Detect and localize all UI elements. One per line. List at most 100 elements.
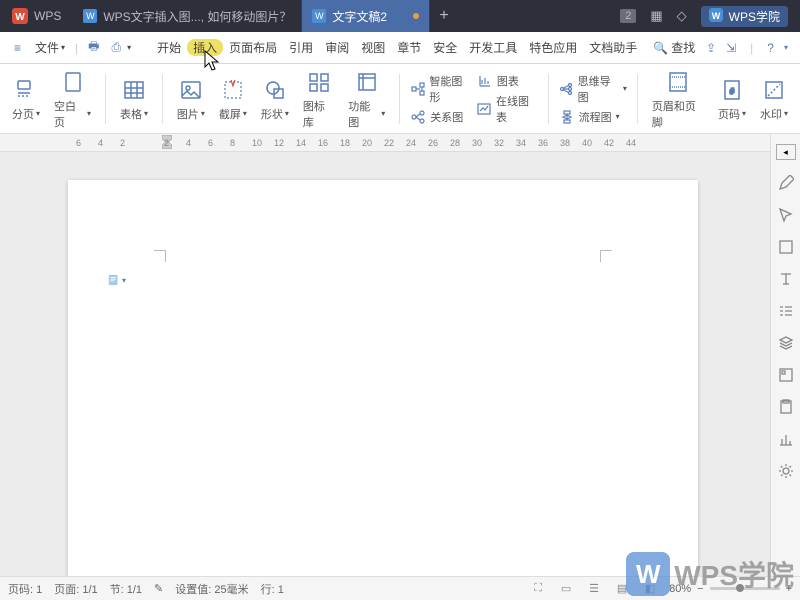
pointer-icon[interactable] <box>777 206 795 224</box>
setting-value[interactable]: 设置值: 25毫米 <box>175 581 248 597</box>
flowchart-button[interactable]: 流程图▾ <box>559 109 627 125</box>
ruler[interactable]: 6422468101214161820222426283032343638404… <box>0 134 800 152</box>
picture-button[interactable]: 图片▾ <box>173 74 209 124</box>
hamburger-icon[interactable]: ≡ <box>6 41 29 55</box>
tab-start[interactable]: 开始 <box>151 39 187 56</box>
header-footer-button[interactable]: 页眉和页脚 <box>648 66 708 132</box>
chart-icon <box>477 73 493 89</box>
style-icon[interactable] <box>777 302 795 320</box>
notification-icon[interactable]: ◇ <box>677 8 687 24</box>
watermark-button[interactable]: 水印▾ <box>756 74 792 124</box>
nav-icon[interactable] <box>777 366 795 384</box>
caret-icon: ▾ <box>36 109 40 118</box>
page-code[interactable]: 页码: 1 <box>8 581 42 597</box>
page[interactable]: ▾ <box>68 180 698 576</box>
smart-graphic-icon <box>410 81 425 97</box>
page-number-button[interactable]: # 页码▾ <box>714 74 750 124</box>
chart-stack: 智能图形 关系图 <box>410 73 471 125</box>
tab-security[interactable]: 安全 <box>427 39 463 56</box>
watermark-icon <box>760 76 788 104</box>
print-layout-icon[interactable]: ▭ <box>557 581 575 597</box>
chart-label: 图表 <box>497 73 519 89</box>
clipboard-icon[interactable] <box>777 398 795 416</box>
tab-assistant[interactable]: 文档助手 <box>583 39 643 56</box>
text-icon[interactable] <box>777 270 795 288</box>
watermark-label: 水印 <box>760 106 782 122</box>
shape-button[interactable]: 形状▾ <box>257 74 293 124</box>
smart-tag-button[interactable]: ▾ <box>108 272 126 288</box>
grid-icon[interactable]: ▦ <box>650 8 662 24</box>
flowchart-icon <box>559 109 575 125</box>
caret-icon: ▾ <box>381 109 385 118</box>
mindmap-label: 思维导图 <box>578 73 619 105</box>
fullscreen-icon[interactable]: ⛶ <box>529 581 547 597</box>
online-chart-button[interactable]: 在线图表 <box>477 93 538 125</box>
tab-doc-2[interactable]: W 文字文稿2 <box>302 0 430 32</box>
section-indicator[interactable]: 节: 1/1 <box>110 581 142 597</box>
tab-view[interactable]: 视图 <box>355 39 391 56</box>
caret-icon: ▾ <box>87 109 91 118</box>
qat-save-icon[interactable]: 🖶 <box>82 37 105 58</box>
search-icon: 🔍 <box>653 41 668 55</box>
app-brand[interactable]: W WPS <box>0 8 73 24</box>
document-area[interactable]: ▾ <box>0 152 770 576</box>
menubar: ≡ 文件 ▾ | 🖶 ⎙ ▾ 开始 插入 页面布局 引用 审阅 视图 章节 安全… <box>0 32 800 64</box>
shape-tool-icon[interactable] <box>777 238 795 256</box>
paging-button[interactable]: 分页▾ <box>8 74 44 124</box>
shape-icon <box>261 76 289 104</box>
shape-label: 形状 <box>261 106 283 122</box>
edit-icon[interactable] <box>777 174 795 192</box>
tab-insert[interactable]: 插入 <box>187 39 223 56</box>
caret-icon: ▾ <box>623 84 627 93</box>
icon-lib-button[interactable]: 图标库 <box>299 66 338 132</box>
table-button[interactable]: 表格▾ <box>116 74 152 124</box>
qat-preview-icon[interactable]: ⎙ <box>106 40 128 55</box>
separator: | <box>750 41 753 55</box>
row-indicator[interactable]: 行: 1 <box>261 581 284 597</box>
stats-icon[interactable] <box>777 430 795 448</box>
file-menu[interactable]: 文件 ▾ <box>29 39 71 56</box>
function-chart-label: 功能图 <box>348 98 379 130</box>
tab-references[interactable]: 引用 <box>283 39 319 56</box>
divider <box>548 74 549 124</box>
divider <box>637 74 638 124</box>
help-icon[interactable]: ? <box>767 41 774 55</box>
export-icon[interactable]: ⇲ <box>726 41 736 55</box>
svg-text:W: W <box>15 12 25 23</box>
function-chart-button[interactable]: 功能图▾ <box>344 66 389 132</box>
watermark-logo-icon: W <box>626 552 670 596</box>
tab-section[interactable]: 章节 <box>391 39 427 56</box>
layers-icon[interactable] <box>777 334 795 352</box>
smart-graphic-button[interactable]: 智能图形 <box>410 73 471 105</box>
search-button[interactable]: 🔍 查找 <box>653 39 695 56</box>
flowchart-label: 流程图 <box>579 109 612 125</box>
divider <box>105 74 106 124</box>
page-number-label: 页码 <box>718 106 740 122</box>
relation-button[interactable]: 关系图 <box>410 109 471 125</box>
qat-more-icon[interactable]: ▾ <box>127 43 131 52</box>
mindmap-button[interactable]: 思维导图 ▾ <box>559 73 627 105</box>
page-indicator[interactable]: 页面: 1/1 <box>54 581 97 597</box>
header-footer-label: 页眉和页脚 <box>652 98 704 130</box>
caret-icon: ▾ <box>285 109 289 118</box>
edit-mode-icon[interactable]: ✎ <box>154 582 163 595</box>
window-count-badge[interactable]: 2 <box>620 9 636 23</box>
tab-features[interactable]: 特色应用 <box>523 39 583 56</box>
chart-button[interactable]: 图表 <box>477 73 538 89</box>
screenshot-button[interactable]: 截屏▾ <box>215 74 251 124</box>
panel-collapse-icon[interactable]: ◂ <box>776 144 796 160</box>
new-tab-button[interactable]: + <box>430 7 458 25</box>
reading-icon[interactable]: ☰ <box>585 581 603 597</box>
wps-academy-button[interactable]: W WPS学院 <box>701 6 788 27</box>
blank-page-button[interactable]: 空白页▾ <box>50 66 95 132</box>
share-icon[interactable]: ⇪ <box>706 41 716 55</box>
tab-developer[interactable]: 开发工具 <box>463 39 523 56</box>
tab-1-label: WPS文字插入图..., 如何移动图片？ <box>103 8 291 25</box>
tab-layout[interactable]: 页面布局 <box>223 39 283 56</box>
screenshot-icon <box>219 76 247 104</box>
unsaved-dot-icon <box>413 13 419 19</box>
tab-doc-1[interactable]: W WPS文字插入图..., 如何移动图片？ <box>73 0 302 32</box>
settings-icon[interactable] <box>777 462 795 480</box>
tab-review[interactable]: 审阅 <box>319 39 355 56</box>
chart-stack-2: 图表 在线图表 <box>477 73 538 125</box>
